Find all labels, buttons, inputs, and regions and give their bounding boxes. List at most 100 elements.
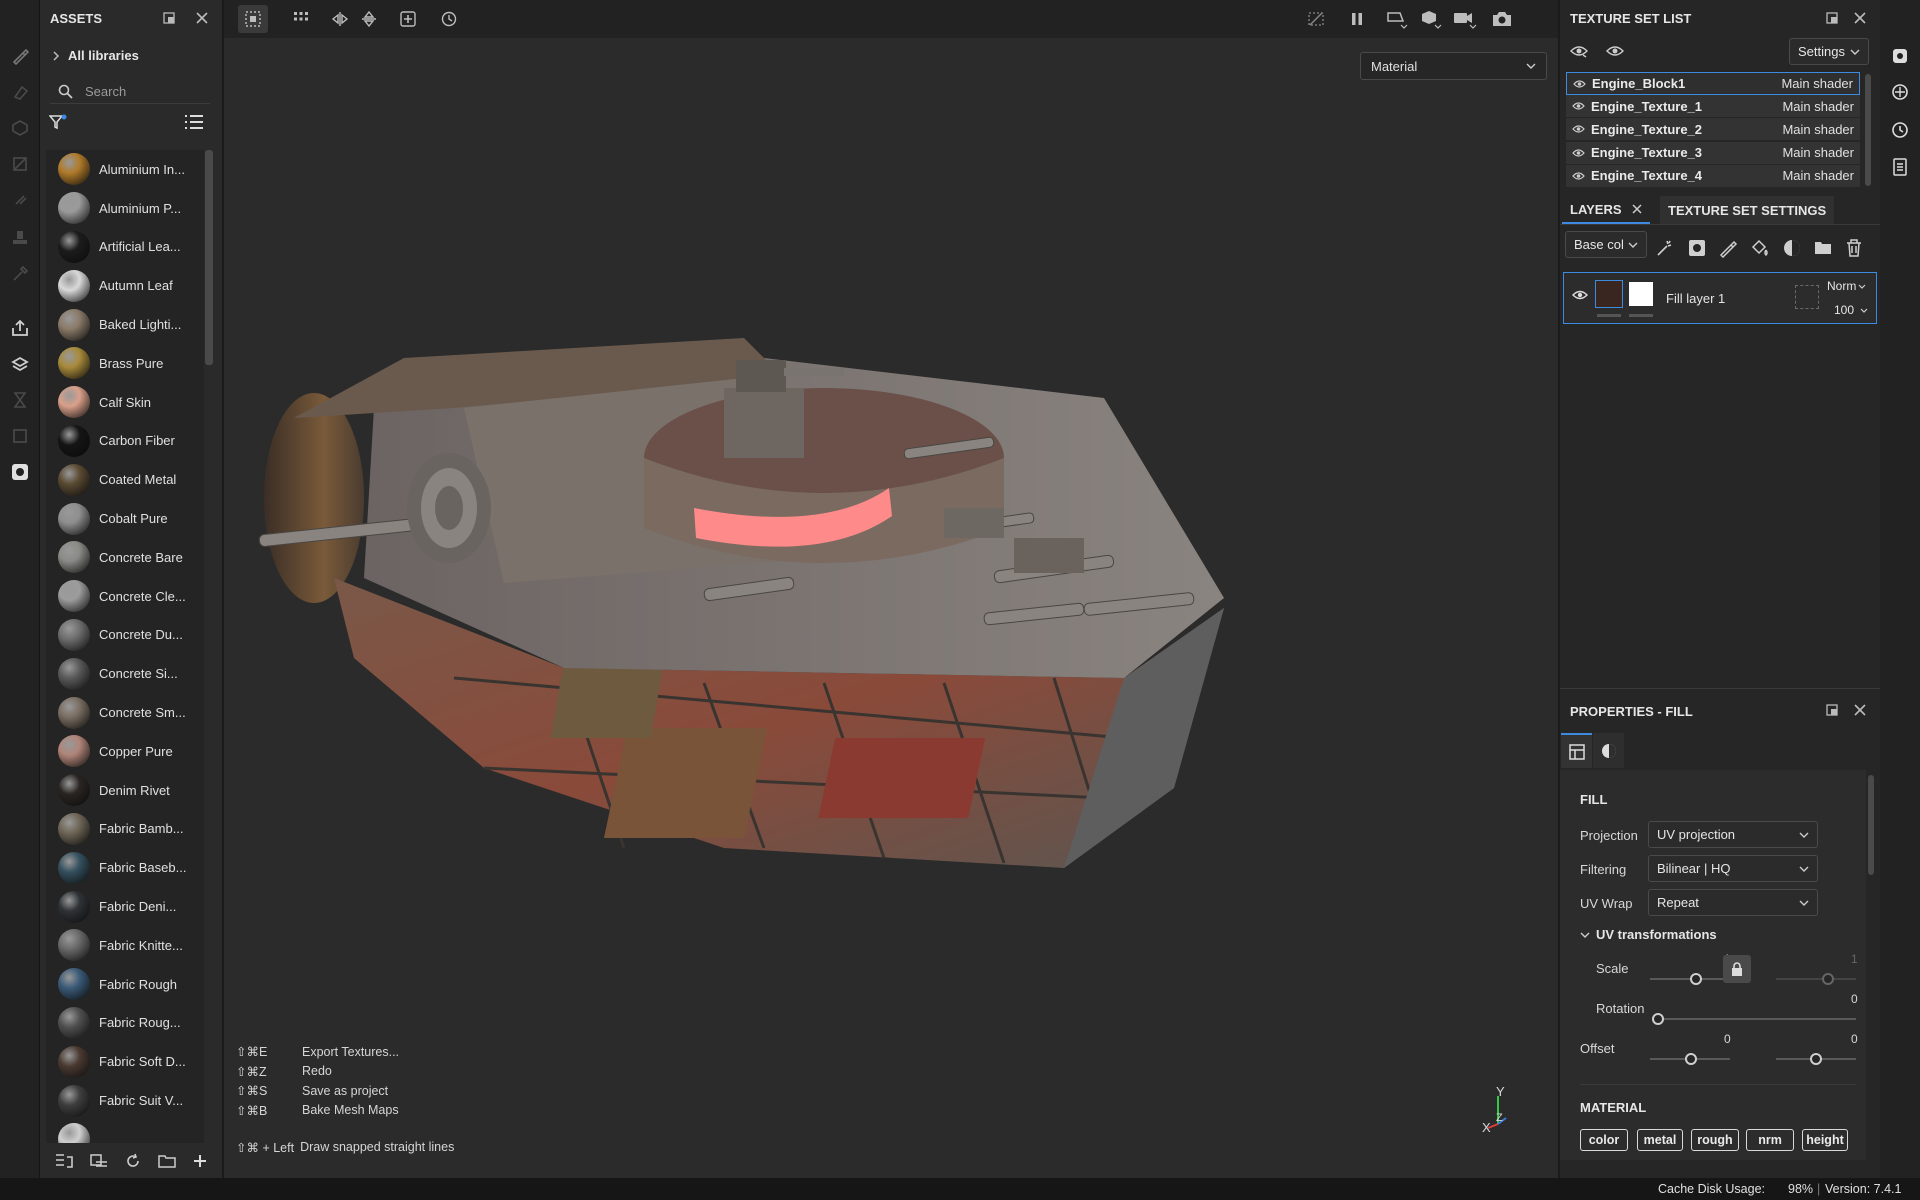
viewport-3d[interactable]: Material ⇧⌘E Export Textures... ⇧⌘Z Redo… (224, 0, 1558, 1178)
search-input[interactable] (85, 84, 195, 99)
3d-model-render[interactable] (224, 38, 1558, 1148)
asset-item[interactable]: Artificial Lea... (46, 228, 204, 267)
asset-item[interactable]: Baked Lighti... (46, 305, 204, 344)
rotation-slider-track[interactable] (1656, 1018, 1856, 1020)
layer-mask-thumbnail[interactable] (1629, 282, 1653, 306)
visibility-toggle-icon[interactable] (1570, 44, 1588, 58)
all-libraries-breadcrumb[interactable]: All libraries (52, 48, 139, 63)
asset-item[interactable]: Fabric Baseb... (46, 848, 204, 887)
settings-dropdown[interactable]: Settings (1789, 38, 1869, 65)
scale-slider-2-track[interactable] (1776, 978, 1856, 980)
texture-set-shader[interactable]: Main shader (1782, 122, 1854, 137)
eye-icon[interactable] (1573, 79, 1586, 89)
asset-item[interactable]: Coated Metal (46, 460, 204, 499)
asset-item[interactable]: Denim Rivet (46, 771, 204, 810)
close-icon[interactable] (193, 9, 211, 27)
material-channel-chip[interactable]: height (1802, 1129, 1848, 1151)
asset-item[interactable]: Fabric Rough (46, 965, 204, 1004)
mirror-x-icon[interactable] (325, 5, 355, 33)
undock-icon[interactable] (1823, 701, 1841, 719)
eye-icon[interactable] (1606, 44, 1624, 58)
close-icon[interactable] (1851, 701, 1869, 719)
add-paint-layer-icon[interactable] (1716, 236, 1740, 260)
layer-name[interactable]: Fill layer 1 (1666, 291, 1725, 306)
scale-slider-knob[interactable] (1690, 973, 1702, 985)
offset-x-slider-knob[interactable] (1685, 1053, 1697, 1065)
channel-select[interactable]: Base col (1565, 231, 1647, 258)
screenshot-icon[interactable] (1487, 5, 1517, 33)
selection-mode-icon[interactable] (238, 5, 268, 33)
delete-layer-icon[interactable] (1842, 236, 1866, 260)
texture-set-row[interactable]: Engine_Texture_3 Main shader (1566, 141, 1860, 165)
bake-icon[interactable] (8, 352, 32, 376)
asset-list-scrollbar[interactable] (205, 150, 213, 365)
material-channel-chip[interactable]: color (1580, 1129, 1628, 1151)
eye-icon[interactable] (1572, 171, 1585, 181)
add-smart-material-icon[interactable] (1780, 236, 1804, 260)
folder-icon[interactable] (158, 1153, 176, 1169)
filter-icon[interactable] (49, 113, 69, 131)
material-channel-chip[interactable]: nrm (1746, 1129, 1794, 1151)
asset-item[interactable]: Concrete Cle... (46, 577, 204, 616)
material-channel-chip[interactable]: rough (1691, 1129, 1739, 1151)
paint-brush-icon[interactable] (8, 44, 32, 68)
history-icon[interactable] (1888, 118, 1912, 142)
texture-set-shader[interactable]: Main shader (1781, 76, 1853, 91)
projection-icon[interactable] (8, 116, 32, 140)
asset-item[interactable]: Fabric Deni... (46, 887, 204, 926)
camera-shortcut-icon[interactable] (8, 460, 32, 484)
layer-fill-thumbnail[interactable] (1595, 280, 1623, 308)
asset-item[interactable]: Autumn Leaf (46, 266, 204, 305)
add-effect-icon[interactable] (1653, 236, 1677, 260)
texture-set-shader[interactable]: Main shader (1782, 99, 1854, 114)
projection-select[interactable]: UV projection (1648, 821, 1818, 848)
asset-item[interactable]: Concrete Sm... (46, 693, 204, 732)
layer-visibility-icon[interactable] (1572, 289, 1588, 301)
texture-set-row[interactable]: Engine_Block1 Main shader (1566, 72, 1860, 95)
uv-transformations-toggle[interactable]: UV transformations (1580, 927, 1717, 942)
mirror-y-icon[interactable] (354, 5, 384, 33)
asset-item[interactable]: Cobalt Pure (46, 499, 204, 538)
texture-set-shader[interactable]: Main shader (1782, 145, 1854, 160)
scale-lock-button[interactable] (1723, 955, 1751, 983)
add-anchor-icon[interactable] (393, 5, 423, 33)
asset-item[interactable]: Carbon Fiber (46, 422, 204, 461)
layer-row[interactable]: Fill layer 1 Norm 100 (1563, 272, 1877, 324)
texture-set-row[interactable]: Engine_Texture_1 Main shader (1566, 95, 1860, 119)
asset-item[interactable]: Concrete Bare (46, 538, 204, 577)
asset-item[interactable] (46, 1120, 204, 1143)
display-settings-icon[interactable] (1416, 5, 1446, 33)
layer-mask-slot[interactable] (1795, 285, 1819, 309)
polygon-fill-icon[interactable] (8, 152, 32, 176)
import-resources-icon[interactable] (55, 1153, 73, 1169)
uvwrap-select[interactable]: Repeat (1648, 889, 1818, 916)
camera-settings-icon[interactable] (1450, 5, 1480, 33)
asset-item[interactable]: Fabric Roug... (46, 1004, 204, 1043)
undock-icon[interactable] (160, 9, 178, 27)
close-icon[interactable] (1851, 9, 1869, 27)
asset-search[interactable] (50, 80, 210, 104)
eye-icon[interactable] (1572, 101, 1585, 111)
tab-layers[interactable]: LAYERS (1562, 196, 1650, 224)
log-icon[interactable] (1888, 155, 1912, 179)
blend-mode-select[interactable]: Norm (1827, 279, 1866, 293)
transform-icon[interactable] (8, 424, 32, 448)
undock-icon[interactable] (1823, 9, 1841, 27)
shader-settings-icon[interactable] (1888, 80, 1912, 104)
texture-set-scrollbar[interactable] (1865, 74, 1871, 186)
hourglass-icon[interactable] (8, 388, 32, 412)
offset-y-slider-knob[interactable] (1810, 1053, 1822, 1065)
opacity-select[interactable]: 100 (1834, 303, 1868, 317)
export-icon[interactable] (8, 316, 32, 340)
hide-icon[interactable] (1301, 5, 1331, 33)
grid-mode-icon[interactable] (286, 5, 316, 33)
refresh-icon[interactable] (125, 1153, 141, 1169)
eraser-icon[interactable] (8, 80, 32, 104)
properties-scrollbar[interactable] (1868, 775, 1874, 875)
display-settings-icon[interactable] (1888, 44, 1912, 68)
add-folder-icon[interactable] (1811, 236, 1835, 260)
asset-item[interactable]: Calf Skin (46, 383, 204, 422)
material-channel-chip[interactable]: metal (1637, 1129, 1683, 1151)
pause-icon[interactable] (1342, 5, 1372, 33)
smudge-icon[interactable] (8, 188, 32, 212)
